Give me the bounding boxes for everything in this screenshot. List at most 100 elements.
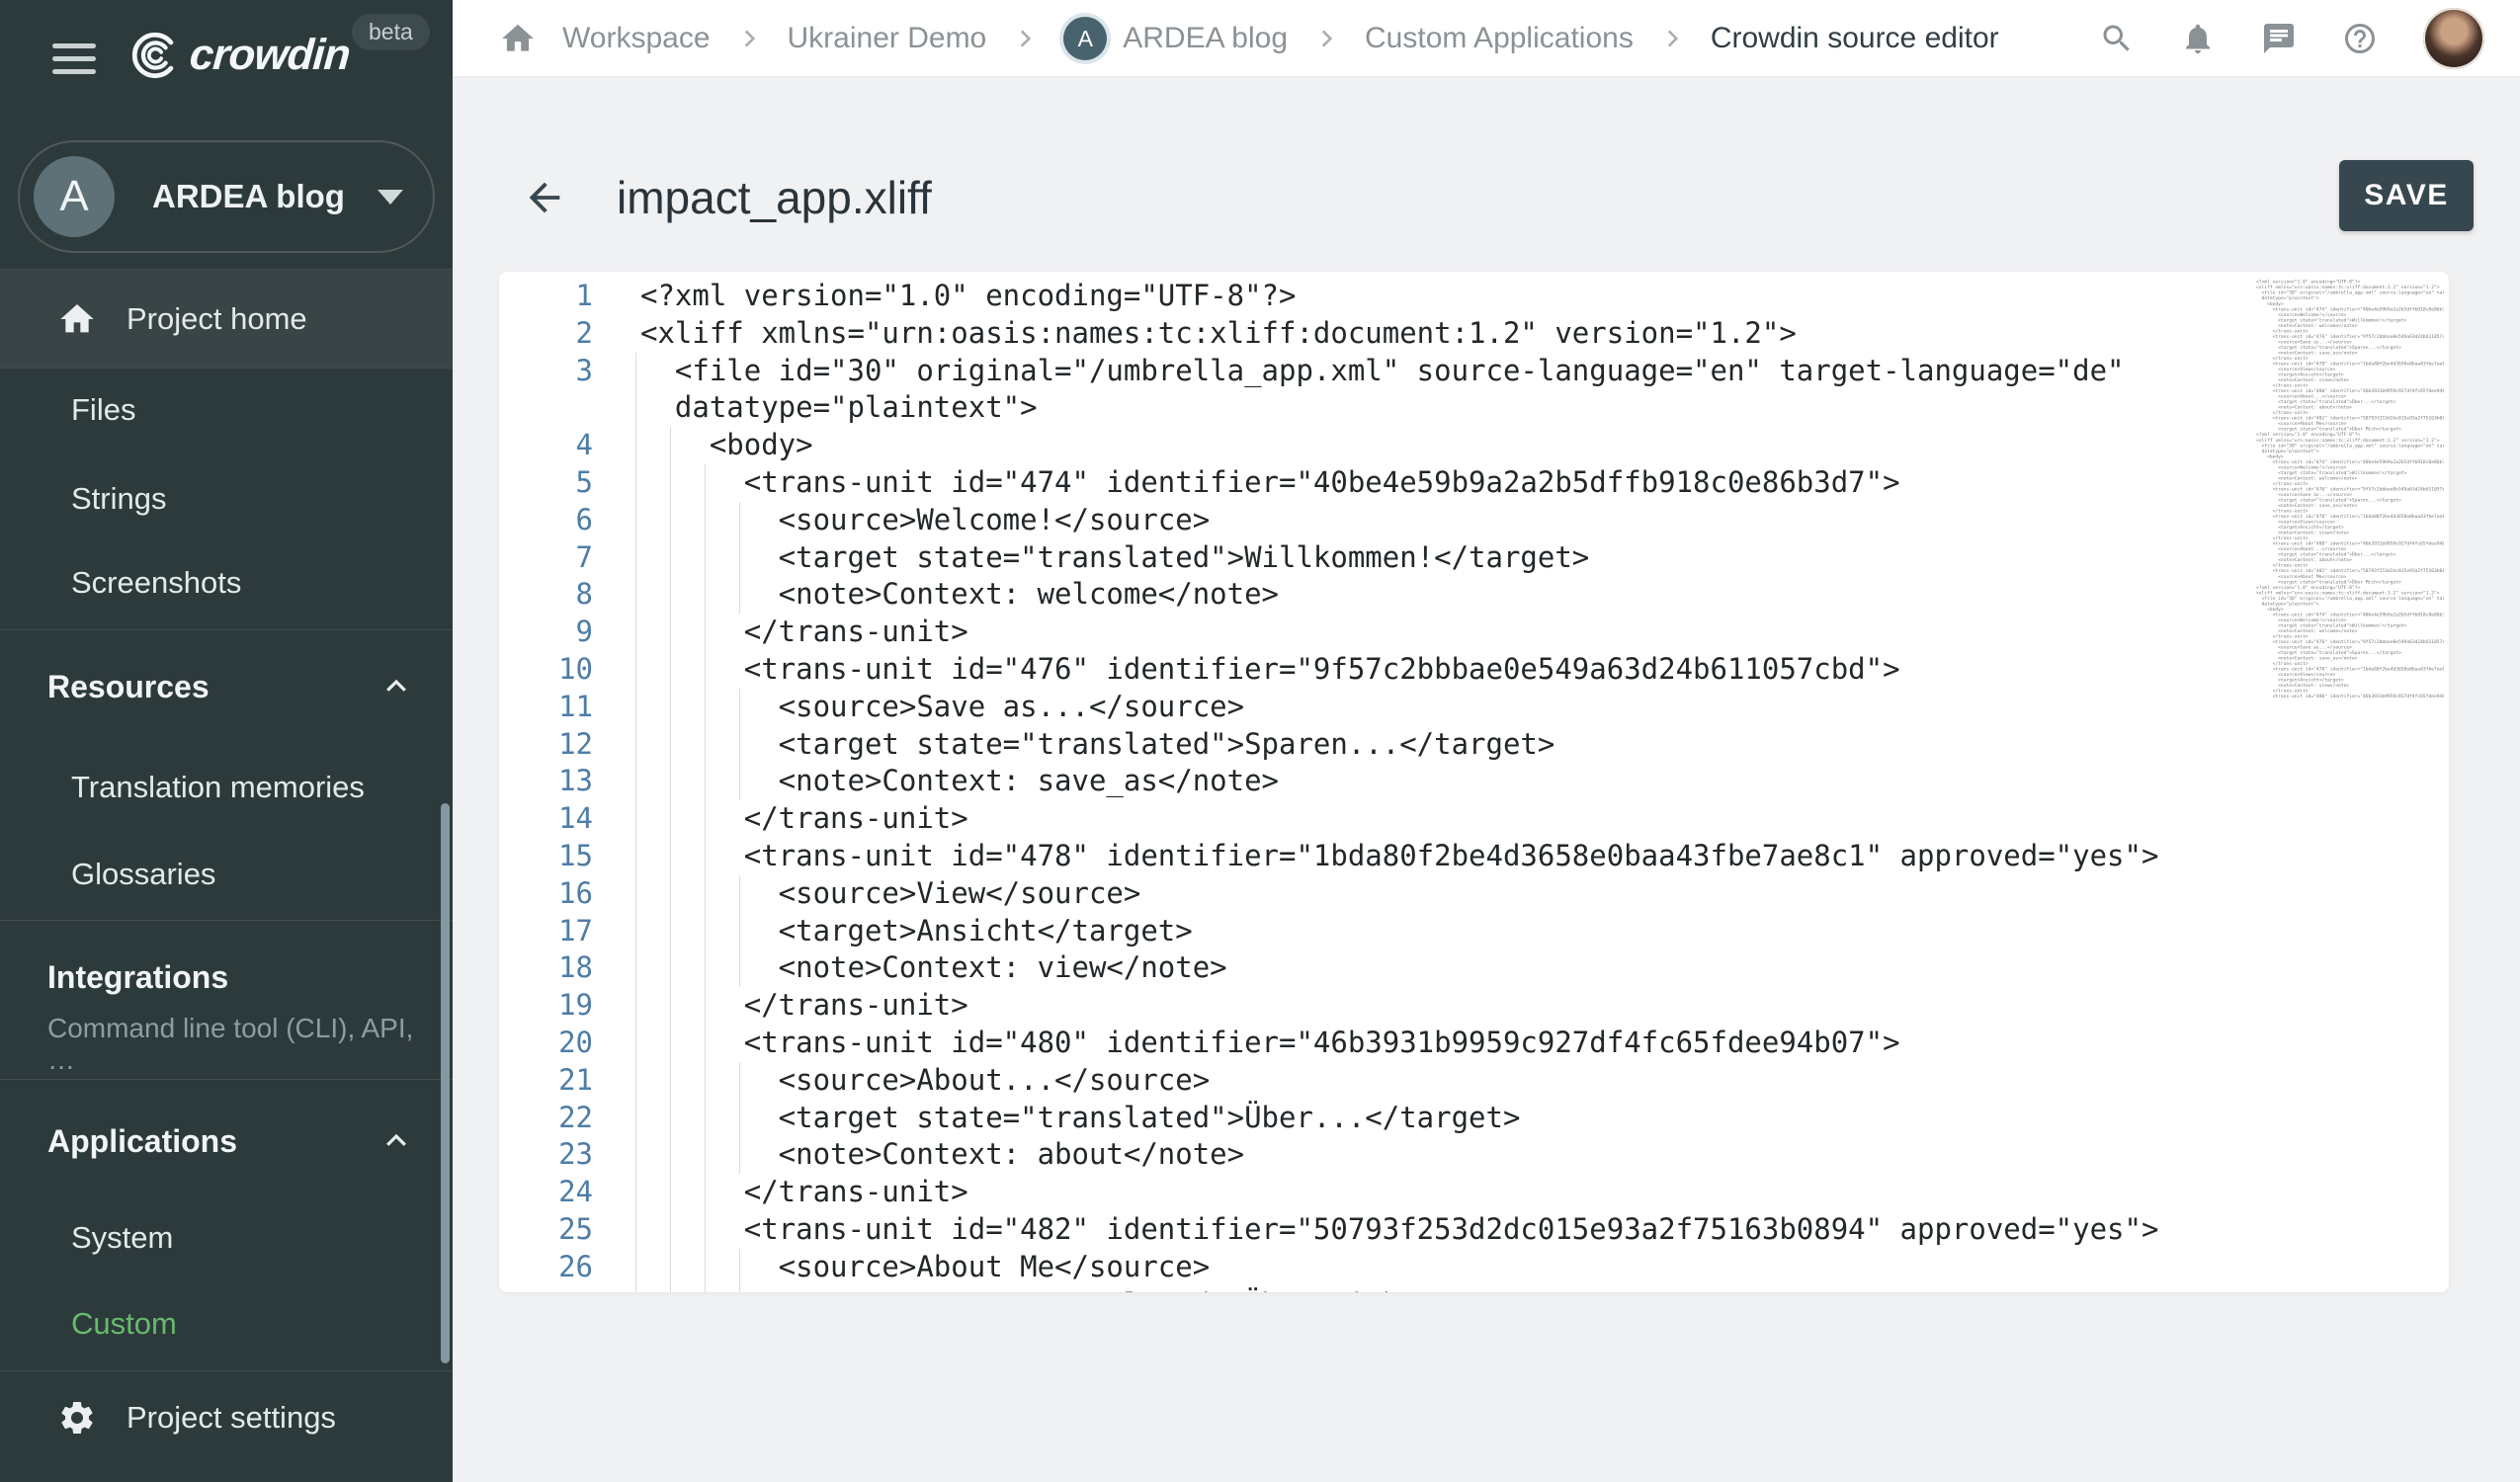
code-line[interactable]: 25 <trans-unit id="482" identifier="5079… (499, 1211, 2449, 1249)
code-lines[interactable]: 1<?xml version="1.0" encoding="UTF-8"?>2… (499, 278, 2449, 1292)
code-text: <source>Save as...</source> (593, 689, 2449, 726)
sidebar-scrollbar[interactable] (441, 803, 450, 1363)
breadcrumb-item[interactable]: AARDEA blog (1063, 17, 1288, 60)
line-number: 9 (499, 614, 593, 651)
code-line[interactable]: 17 <target>Ansicht</target> (499, 913, 2449, 950)
code-line[interactable]: 10 <trans-unit id="476" identifier="9f57… (499, 651, 2449, 689)
code-line[interactable]: 23 <note>Context: about</note> (499, 1136, 2449, 1174)
project-avatar: A (34, 156, 115, 237)
sidebar-item-label: System (71, 1220, 173, 1256)
breadcrumb-item[interactable]: Custom Applications (1365, 22, 1634, 55)
sidebar-section-resources[interactable]: Resources (0, 642, 453, 731)
code-line[interactable]: 1<?xml version="1.0" encoding="UTF-8"?> (499, 278, 2449, 315)
sidebar-section-integrations[interactable]: Integrations (0, 933, 453, 1022)
indent-guide (705, 689, 706, 726)
sidebar-item-custom[interactable]: Custom (0, 1279, 453, 1368)
code-line[interactable]: 15 <trans-unit id="478" identifier="1bda… (499, 838, 2449, 875)
save-button[interactable]: SAVE (2339, 160, 2474, 231)
indent-guide (670, 1286, 671, 1292)
indent-guide (635, 539, 636, 577)
help-icon[interactable] (2342, 21, 2378, 56)
sidebar-section-label: Integrations (47, 959, 228, 996)
breadcrumb-label: Crowdin source editor (1711, 22, 1999, 55)
code-line[interactable]: 20 <trans-unit id="480" identifier="46b3… (499, 1025, 2449, 1062)
sidebar-item-files[interactable]: Files (0, 366, 453, 454)
indent-guide (739, 502, 740, 539)
sidebar-item-system[interactable]: System (0, 1194, 453, 1282)
line-number: 5 (499, 464, 593, 502)
code-line[interactable]: 3 <file id="30" original="/umbrella_app.… (499, 353, 2449, 390)
topbar-actions (2099, 0, 2484, 77)
code-line[interactable]: 2<xliff xmlns="urn:oasis:names:tc:xliff:… (499, 315, 2449, 353)
sidebar-item-project-home[interactable]: Project home (0, 270, 453, 368)
line-number: 15 (499, 838, 593, 875)
code-line[interactable]: 8 <note>Context: welcome</note> (499, 576, 2449, 614)
indent-guide (705, 838, 706, 875)
indent-guide (635, 838, 636, 875)
sidebar-item-label: Strings (71, 481, 166, 517)
code-text: <source>About Me</source> (593, 1249, 2449, 1286)
indent-guide (670, 427, 671, 464)
code-line[interactable]: 21 <source>About...</source> (499, 1062, 2449, 1100)
sidebar-item-project-settings[interactable]: Project settings (0, 1373, 453, 1462)
indent-guide (635, 875, 636, 913)
user-avatar[interactable] (2423, 8, 2484, 69)
breadcrumb-label: Ukrainer Demo (788, 22, 987, 55)
indent-guide (635, 1136, 636, 1174)
indent-guide (635, 464, 636, 502)
beta-badge: beta (352, 14, 430, 50)
code-editor[interactable]: 1<?xml version="1.0" encoding="UTF-8"?>2… (499, 272, 2449, 1292)
sidebar-item-glossaries[interactable]: Glossaries (0, 830, 453, 919)
code-text: </trans-unit> (593, 1174, 2449, 1211)
indent-guide (705, 726, 706, 764)
sidebar-section-applications[interactable]: Applications (0, 1097, 453, 1186)
code-line[interactable]: 16 <source>View</source> (499, 875, 2449, 913)
indent-guide (670, 502, 671, 539)
code-text: <target state="translated">Über Mich</ta… (593, 1286, 2449, 1292)
crowdin-logo-text: crowdin (188, 31, 351, 80)
code-line[interactable]: datatype="plaintext"> (499, 389, 2449, 427)
code-line[interactable]: 6 <source>Welcome!</source> (499, 502, 2449, 539)
code-line[interactable]: 27 <target state="translated">Über Mich<… (499, 1286, 2449, 1292)
code-line[interactable]: 11 <source>Save as...</source> (499, 689, 2449, 726)
sidebar-item-strings[interactable]: Strings (0, 454, 453, 543)
messages-icon[interactable] (2261, 21, 2297, 56)
code-line[interactable]: 14 </trans-unit> (499, 800, 2449, 838)
project-switcher[interactable]: A ARDEA blog (18, 140, 435, 253)
line-number: 19 (499, 987, 593, 1025)
indent-guide (670, 726, 671, 764)
code-line[interactable]: 13 <note>Context: save_as</note> (499, 763, 2449, 800)
sidebar-divider (0, 920, 453, 921)
indent-guide (739, 539, 740, 577)
hamburger-menu-icon[interactable] (52, 43, 96, 75)
sidebar-item-translation-memories[interactable]: Translation memories (0, 743, 453, 832)
code-line[interactable]: 24 </trans-unit> (499, 1174, 2449, 1211)
line-number: 22 (499, 1100, 593, 1137)
sidebar-item-screenshots[interactable]: Screenshots (0, 538, 453, 627)
code-line[interactable]: 5 <trans-unit id="474" identifier="40be4… (499, 464, 2449, 502)
breadcrumb-home-icon[interactable] (499, 20, 537, 57)
code-line[interactable]: 7 <target state="translated">Willkommen!… (499, 539, 2449, 577)
notifications-icon[interactable] (2180, 21, 2216, 56)
code-line[interactable]: 26 <source>About Me</source> (499, 1249, 2449, 1286)
breadcrumb-item[interactable]: Workspace (562, 22, 711, 55)
code-line[interactable]: 9 </trans-unit> (499, 614, 2449, 651)
indent-guide (739, 1249, 740, 1286)
code-line[interactable]: 19 </trans-unit> (499, 987, 2449, 1025)
code-text: <source>About...</source> (593, 1062, 2449, 1100)
code-line[interactable]: 22 <target state="translated">Über...</t… (499, 1100, 2449, 1137)
indent-guide (670, 539, 671, 577)
code-line[interactable]: 12 <target state="translated">Sparen...<… (499, 726, 2449, 764)
breadcrumb-item[interactable]: Ukrainer Demo (788, 22, 987, 55)
sidebar-section-caption: Command line tool (CLI), API, … (47, 1013, 423, 1076)
sidebar: crowdin beta A ARDEA blog Project homeFi… (0, 0, 453, 1482)
crowdin-logo[interactable]: crowdin (126, 24, 350, 87)
indent-guide (705, 763, 706, 800)
back-arrow-icon[interactable] (522, 175, 567, 220)
search-icon[interactable] (2099, 21, 2135, 56)
code-line[interactable]: 4 <body> (499, 427, 2449, 464)
editor-minimap[interactable]: <?xml version="1.0" encoding="UTF-8"?> <… (2256, 280, 2444, 699)
code-line[interactable]: 18 <note>Context: view</note> (499, 949, 2449, 987)
indent-guide (635, 1249, 636, 1286)
code-text: <target state="translated">Sparen...</ta… (593, 726, 2449, 764)
